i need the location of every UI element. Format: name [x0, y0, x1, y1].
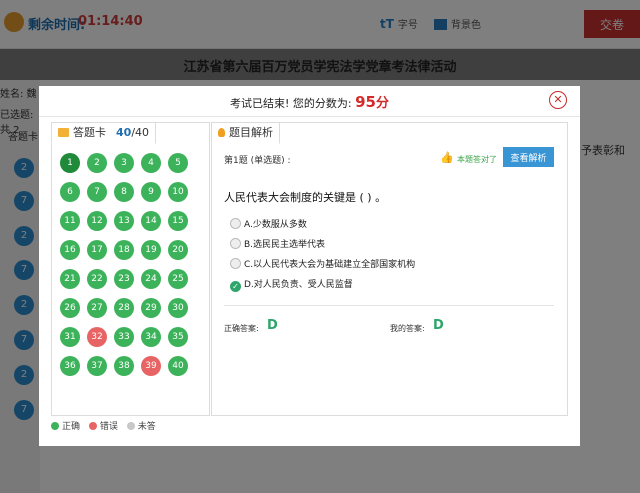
my-answer-value: D — [433, 318, 444, 333]
close-icon[interactable]: ✕ — [549, 91, 567, 109]
answer-card-item[interactable]: 16 — [60, 240, 80, 260]
option-d[interactable]: ✓ D.对人民负责、受人民监督 — [230, 277, 353, 292]
answer-card-item[interactable]: 30 — [168, 298, 188, 318]
answer-card-item[interactable]: 17 — [87, 240, 107, 260]
answer-card-item[interactable]: 36 — [60, 356, 80, 376]
legend: 正确 错误 未答 — [51, 419, 162, 432]
answer-card-item[interactable]: 26 — [60, 298, 80, 318]
answer-card-item[interactable]: 14 — [141, 211, 161, 231]
answer-card-item[interactable]: 6 — [60, 182, 80, 202]
answer-card-item[interactable]: 15 — [168, 211, 188, 231]
answer-card-item[interactable]: 18 — [114, 240, 134, 260]
answer-card-item[interactable]: 35 — [168, 327, 188, 347]
answer-card-item[interactable]: 32 — [87, 327, 107, 347]
wrong-dot-icon — [88, 422, 97, 430]
answer-card-item[interactable]: 19 — [141, 240, 161, 260]
answer-card-item[interactable]: 12 — [87, 211, 107, 231]
question-text: 人民代表大会制度的关键是 ( ) 。 — [224, 191, 387, 204]
answer-card-item[interactable]: 27 — [87, 298, 107, 318]
answer-card-item[interactable]: 22 — [87, 269, 107, 289]
answer-card-item[interactable]: 20 — [168, 240, 188, 260]
answer-card-panel: 答题卡 40/40 1 2 3 4 5 6 7 8 9 10 11 12 13 14 15 16 17 18 19 20… — [51, 122, 210, 416]
correct-badge: 本题答对了 — [457, 155, 497, 164]
answer-card-item[interactable]: 9 — [141, 182, 161, 202]
answer-card-item[interactable]: 23 — [114, 269, 134, 289]
score-value: 95 — [355, 93, 376, 111]
checkmark-icon: ✓ — [230, 281, 241, 292]
answer-card-item[interactable]: 24 — [141, 269, 161, 289]
thumbs-up-icon: 👍 — [440, 151, 454, 164]
option-a[interactable]: A.少数服从多数 — [230, 217, 307, 230]
correct-answer-value: D — [267, 318, 278, 333]
correct-dot-icon — [51, 422, 59, 430]
answer-card-item[interactable]: 8 — [114, 182, 134, 202]
answer-card-item[interactable]: 1 — [60, 153, 80, 173]
answer-card-item[interactable]: 21 — [60, 269, 80, 289]
answer-card-item[interactable]: 34 — [141, 327, 161, 347]
answer-card-item[interactable]: 25 — [168, 269, 188, 289]
answer-card-item[interactable]: 4 — [141, 153, 161, 173]
answer-card-item[interactable]: 13 — [114, 211, 134, 231]
radio-icon — [230, 238, 241, 249]
answer-card-item[interactable]: 31 — [60, 327, 80, 347]
unanswered-dot-icon — [126, 422, 135, 430]
correct-answer-label: 正确答案: — [224, 324, 259, 333]
result-modal: 考试已结束! 您的分数为: 95分 ✕ 答题卡 40/40 1 2 3 4 5 6 7 8 9 10… — [39, 86, 580, 446]
modal-header: 考试已结束! 您的分数为: 95分 ✕ — [39, 86, 580, 117]
legend-unanswered: 未答 — [126, 422, 156, 432]
answer-card-item[interactable]: 7 — [87, 182, 107, 202]
option-b[interactable]: B.选民民主选举代表 — [230, 237, 325, 250]
legend-wrong: 错误 — [88, 422, 118, 432]
answer-card-item[interactable]: 2 — [87, 153, 107, 173]
analysis-panel: 题目解析 第1题 (单选题) : 👍 本题答对了 查看解析 人民代表大会制度的关… — [211, 122, 568, 416]
answer-card-item[interactable]: 10 — [168, 182, 188, 202]
answer-card-item[interactable]: 40 — [168, 356, 188, 376]
divider — [224, 305, 554, 306]
answer-card-item[interactable]: 38 — [114, 356, 134, 376]
result-message: 考试已结束! 您的分数为: 95分 — [229, 93, 389, 111]
radio-icon — [230, 218, 241, 229]
view-analysis-button[interactable]: 查看解析 — [503, 147, 554, 167]
radio-icon — [230, 258, 241, 269]
score-unit: 分 — [375, 96, 389, 111]
option-c[interactable]: C.以人民代表大会为基础建立全部国家机构 — [230, 257, 415, 270]
answer-card-item[interactable]: 28 — [114, 298, 134, 318]
answer-card-item[interactable]: 37 — [87, 356, 107, 376]
analysis-tab[interactable]: 题目解析 — [211, 122, 280, 144]
legend-correct: 正确 — [51, 422, 80, 432]
my-answer-label: 我的答案: — [390, 324, 425, 333]
folder-icon — [58, 128, 69, 137]
answer-card-item[interactable]: 5 — [168, 153, 188, 173]
answered-count: 40/40 — [116, 126, 150, 139]
answer-card-item[interactable]: 33 — [114, 327, 134, 347]
answer-card-item[interactable]: 11 — [60, 211, 80, 231]
answer-card-item[interactable]: 3 — [114, 153, 134, 173]
answer-card-item[interactable]: 39 — [141, 356, 161, 376]
lightbulb-icon — [218, 128, 225, 137]
question-number: 第1题 (单选题) : — [224, 156, 291, 166]
answer-card-tab[interactable]: 答题卡 40/40 — [51, 122, 157, 144]
answer-card-item[interactable]: 29 — [141, 298, 161, 318]
